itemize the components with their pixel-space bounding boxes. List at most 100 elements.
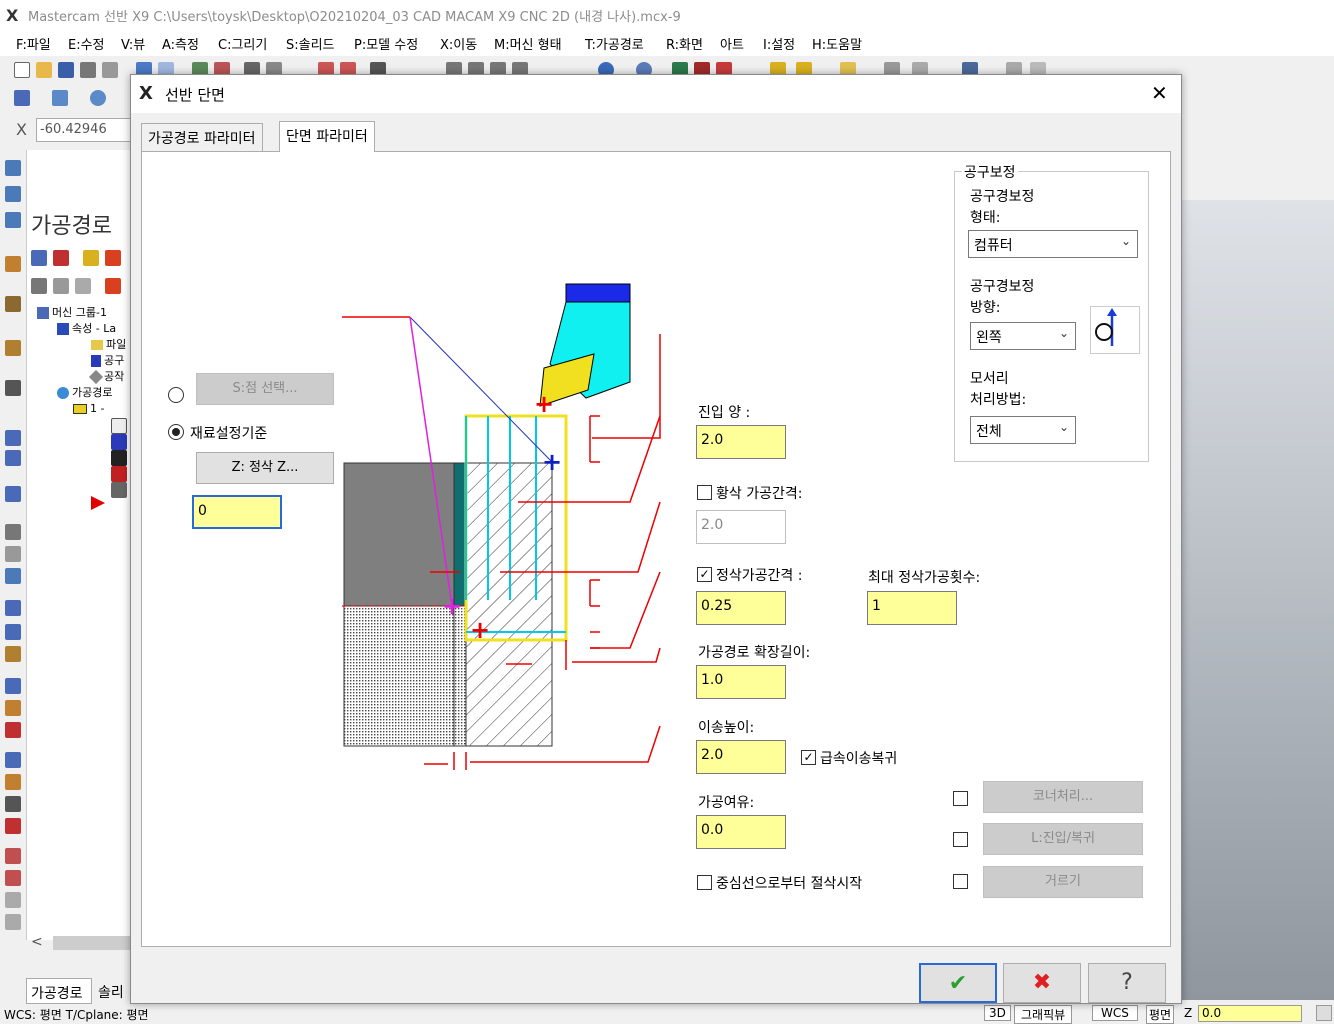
filter-checkbox[interactable] bbox=[953, 874, 968, 889]
tree-files[interactable]: 파일 bbox=[91, 336, 126, 352]
tree-tool-settings[interactable]: 공구 bbox=[91, 352, 124, 368]
op-geometry-icon[interactable] bbox=[111, 450, 127, 466]
manager-tab-toolpaths[interactable]: 가공경로 bbox=[26, 978, 92, 1004]
status-graphic-view-button[interactable]: 그래픽뷰 bbox=[1014, 1005, 1073, 1024]
menu-create[interactable]: C:그리기 bbox=[218, 34, 267, 53]
point-select-button[interactable]: S:점 선택... bbox=[196, 373, 334, 405]
status-extra-icon[interactable] bbox=[1316, 1005, 1332, 1021]
help-button[interactable]: ? bbox=[1088, 963, 1166, 1003]
rough-step-checkbox[interactable] bbox=[697, 485, 712, 500]
tree-scroll-left-icon[interactable]: < bbox=[31, 934, 43, 950]
tree-machine-group[interactable]: 머신 그룹-1 bbox=[37, 304, 107, 320]
tree-operation-1[interactable]: 1 - bbox=[73, 402, 104, 415]
tailstock-icon[interactable] bbox=[5, 450, 21, 466]
horizontal-scrollbar[interactable] bbox=[53, 936, 133, 950]
lead-in-out-checkbox[interactable] bbox=[953, 832, 968, 847]
corner-rounding-select[interactable]: 전체 ⌄ bbox=[970, 416, 1076, 444]
tool-icon[interactable] bbox=[5, 752, 21, 768]
overcut-input[interactable]: 1.0 bbox=[696, 665, 786, 699]
close-icon[interactable]: ✕ bbox=[1151, 81, 1168, 105]
delete-op-icon[interactable] bbox=[5, 722, 21, 738]
new-file-icon[interactable] bbox=[14, 62, 30, 78]
menu-help[interactable]: H:도움말 bbox=[812, 34, 862, 53]
cut-from-center-checkbox[interactable] bbox=[697, 875, 712, 890]
lathe-face-icon[interactable] bbox=[5, 186, 21, 202]
layers2-icon[interactable] bbox=[5, 700, 21, 716]
menu-view[interactable]: V:뷰 bbox=[121, 34, 145, 53]
menu-screen[interactable]: R:화면 bbox=[666, 34, 703, 53]
menu-settings[interactable]: I:설정 bbox=[763, 34, 795, 53]
corner-break-checkbox[interactable] bbox=[953, 791, 968, 806]
corner-break-button[interactable]: 코너처리... bbox=[983, 781, 1143, 813]
layers-icon[interactable] bbox=[5, 678, 21, 694]
lathe-groove-icon[interactable] bbox=[5, 212, 21, 228]
comp-type-select[interactable]: 컴퓨터 ⌄ bbox=[968, 230, 1138, 258]
regen-icon[interactable] bbox=[83, 250, 99, 266]
menu-file[interactable]: F:파일 bbox=[16, 34, 51, 53]
point-select-radio[interactable] bbox=[168, 387, 184, 403]
material-icon[interactable] bbox=[5, 774, 21, 790]
refresh-icon[interactable] bbox=[5, 818, 21, 834]
finish-step-input[interactable]: 0.25 bbox=[696, 591, 786, 625]
ok-button[interactable]: ✔ bbox=[919, 963, 997, 1003]
print-preview-icon[interactable] bbox=[102, 62, 118, 78]
book2-icon[interactable] bbox=[5, 870, 21, 886]
menu-machine-type[interactable]: M:머신 형태 bbox=[494, 34, 562, 53]
lead-in-out-button[interactable]: L:진입/복귀 bbox=[983, 823, 1143, 855]
line-icon[interactable] bbox=[52, 90, 68, 106]
status-3d-button[interactable]: 3D bbox=[984, 1005, 1011, 1021]
book-icon[interactable] bbox=[5, 848, 21, 864]
book4-icon[interactable] bbox=[5, 914, 21, 930]
open-file-icon[interactable] bbox=[36, 62, 52, 78]
tab-face-parameters[interactable]: 단면 파라미터 bbox=[279, 121, 375, 152]
tree-stock-setup[interactable]: 공작 bbox=[88, 368, 124, 385]
op-tool-icon[interactable] bbox=[111, 434, 127, 450]
stock2-icon[interactable] bbox=[5, 796, 21, 812]
menu-analyze[interactable]: A:측정 bbox=[162, 34, 199, 53]
entry-amount-input[interactable]: 2.0 bbox=[696, 425, 786, 459]
lathe-drill-icon[interactable] bbox=[5, 256, 21, 272]
steady-rest-icon[interactable] bbox=[5, 486, 21, 502]
tab-toolpath-parameters[interactable]: 가공경로 파라미터 bbox=[141, 123, 263, 151]
menu-toolpaths[interactable]: T:가공경로 bbox=[585, 34, 644, 53]
grid2-icon[interactable] bbox=[5, 568, 21, 584]
print-icon[interactable] bbox=[80, 62, 96, 78]
cancel-button[interactable]: ✖ bbox=[1003, 963, 1081, 1003]
stock-icon[interactable] bbox=[5, 380, 21, 396]
comp-dir-select[interactable]: 왼쪽 ⌄ bbox=[970, 322, 1076, 350]
max-finish-passes-input[interactable]: 1 bbox=[867, 591, 957, 625]
axis-icon[interactable] bbox=[5, 546, 21, 562]
menu-solids[interactable]: S:솔리드 bbox=[286, 34, 335, 53]
x-coordinate-input[interactable]: -60.42946 bbox=[36, 118, 136, 142]
lathe-tool-icon[interactable] bbox=[5, 160, 21, 176]
select-all-icon[interactable] bbox=[31, 250, 47, 266]
menu-model-prep[interactable]: P:모델 수정 bbox=[354, 34, 418, 53]
cube-icon[interactable] bbox=[5, 524, 21, 540]
transform-icon[interactable] bbox=[5, 600, 21, 616]
regen-dirty-icon[interactable] bbox=[105, 250, 121, 266]
filter-button[interactable]: 거르기 bbox=[983, 866, 1143, 898]
stock-reference-radio[interactable] bbox=[168, 424, 184, 440]
op-toolpath-dirty-icon[interactable] bbox=[111, 466, 127, 482]
rapid-retract-checkbox[interactable]: ✓ bbox=[801, 750, 816, 765]
move-icon[interactable] bbox=[5, 624, 21, 640]
finish-z-button[interactable]: Z: 정삭 Z... bbox=[196, 452, 334, 484]
graphics-viewport[interactable] bbox=[1182, 200, 1334, 1000]
wave-icon[interactable] bbox=[53, 278, 69, 294]
lock-icon[interactable] bbox=[31, 278, 47, 294]
down-arrow-icon[interactable] bbox=[105, 278, 121, 294]
menu-xform[interactable]: X:이동 bbox=[440, 34, 477, 53]
menu-edit[interactable]: E:수정 bbox=[68, 34, 105, 53]
op-params-icon[interactable] bbox=[111, 418, 127, 434]
manager-tab-solids[interactable]: 솔리 bbox=[94, 978, 132, 1004]
deselect-icon[interactable] bbox=[53, 250, 69, 266]
menu-art[interactable]: 아트 bbox=[720, 34, 744, 53]
book3-icon[interactable] bbox=[5, 892, 21, 908]
ghost-icon[interactable] bbox=[75, 278, 91, 294]
finish-step-checkbox[interactable]: ✓ bbox=[697, 567, 712, 582]
box-icon[interactable] bbox=[5, 646, 21, 662]
status-plane-button[interactable]: 평면 bbox=[1146, 1005, 1175, 1024]
point-icon[interactable] bbox=[14, 90, 30, 106]
status-z-input[interactable]: 0.0 bbox=[1198, 1005, 1302, 1022]
rough-step-input[interactable]: 2.0 bbox=[696, 510, 786, 544]
